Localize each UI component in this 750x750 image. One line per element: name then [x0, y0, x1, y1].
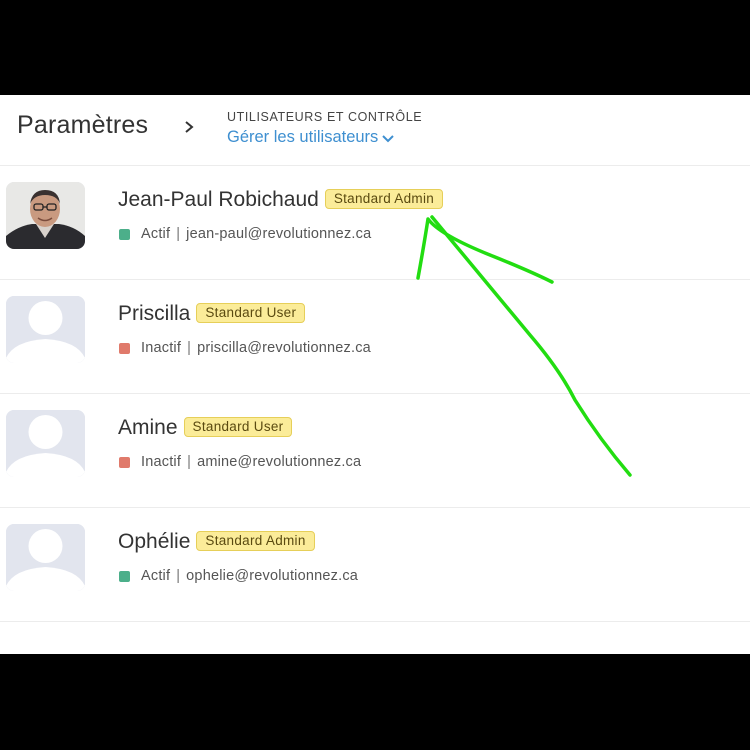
- avatar: [6, 410, 85, 477]
- status-indicator: [119, 456, 130, 468]
- status-indicator: [119, 228, 130, 240]
- page-title: Paramètres: [17, 111, 149, 139]
- user-email: priscilla@revolutionnez.ca: [197, 340, 371, 356]
- role-badge: Standard Admin: [196, 531, 315, 551]
- status-indicator: [119, 342, 130, 354]
- status-text: Actif: [141, 568, 171, 584]
- list-item[interactable]: Ophélie Standard Admin Actif | ophelie@re…: [0, 508, 750, 622]
- avatar: [6, 182, 85, 249]
- user-name: Jean-Paul Robichaud Standard Admin: [118, 188, 444, 212]
- role-badge: Standard User: [196, 303, 306, 323]
- page-header: Paramètres UTILISATEURS ET CONTRÔLE Gére…: [0, 95, 750, 166]
- chevron-right-icon: [185, 121, 194, 133]
- user-name-text: Ophélie: [118, 530, 191, 553]
- app-screen: Paramètres UTILISATEURS ET CONTRÔLE Gére…: [0, 95, 750, 654]
- status-indicator: [119, 570, 130, 582]
- user-name: Priscilla Standard User: [118, 302, 306, 326]
- user-silhouette-icon: [6, 296, 85, 363]
- role-badge: Standard User: [183, 417, 293, 437]
- status-line: Actif | jean-paul@revolutionnez.ca: [119, 226, 371, 242]
- user-name: Amine Standard User: [118, 416, 293, 440]
- separator: |: [176, 568, 181, 584]
- user-name-text: Jean-Paul Robichaud: [118, 188, 319, 211]
- status-text: Inactif: [141, 340, 182, 356]
- status-line: Actif | ophelie@revolutionnez.ca: [119, 568, 358, 584]
- user-email: ophelie@revolutionnez.ca: [186, 568, 359, 584]
- separator: |: [187, 454, 192, 470]
- manage-users-dropdown[interactable]: Gérer les utilisateurs: [227, 128, 395, 147]
- separator: |: [187, 340, 192, 356]
- user-silhouette-icon: [6, 524, 85, 591]
- list-item[interactable]: Priscilla Standard User Inactif | priscil…: [0, 280, 750, 394]
- user-silhouette-icon: [6, 410, 85, 477]
- status-text: Actif: [141, 226, 171, 242]
- section-label: UTILISATEURS ET CONTRÔLE: [227, 110, 423, 124]
- manage-users-label: Gérer les utilisateurs: [227, 128, 379, 146]
- list-item[interactable]: Amine Standard User Inactif | amine@revol…: [0, 394, 750, 508]
- user-email: amine@revolutionnez.ca: [197, 454, 362, 470]
- role-badge: Standard Admin: [324, 189, 444, 209]
- status-text: Inactif: [141, 454, 182, 470]
- avatar: [6, 296, 85, 363]
- status-line: Inactif | priscilla@revolutionnez.ca: [119, 340, 371, 356]
- chevron-down-icon: [382, 134, 395, 142]
- list-item[interactable]: Jean-Paul Robichaud Standard Admin Actif …: [0, 166, 750, 280]
- user-name-text: Amine: [118, 416, 178, 439]
- status-line: Inactif | amine@revolutionnez.ca: [119, 454, 361, 470]
- user-email: jean-paul@revolutionnez.ca: [186, 226, 372, 242]
- separator: |: [176, 226, 181, 242]
- user-name: Ophélie Standard Admin: [118, 530, 315, 554]
- user-list: Jean-Paul Robichaud Standard Admin Actif …: [0, 166, 750, 622]
- avatar: [6, 524, 85, 591]
- user-name-text: Priscilla: [118, 302, 191, 325]
